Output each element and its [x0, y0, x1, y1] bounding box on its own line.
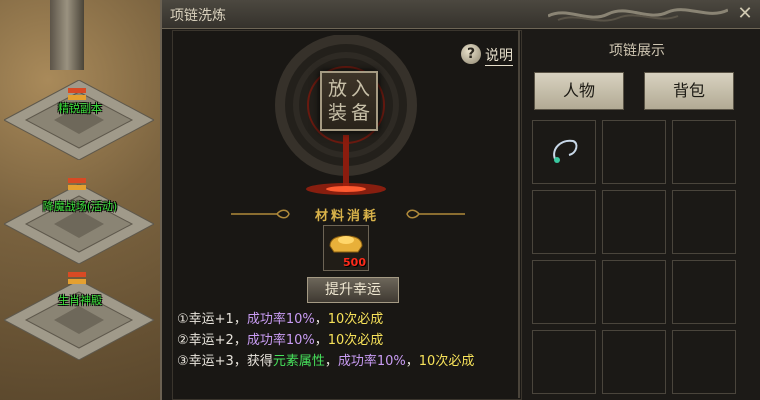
window-title: 项链洗炼: [170, 8, 226, 24]
item-slot[interactable]: [532, 330, 596, 394]
right-flourish-icon: [406, 209, 465, 219]
item-slot[interactable]: [672, 260, 736, 324]
close-icon: ✕: [737, 3, 753, 24]
item-slot[interactable]: [672, 120, 736, 184]
item-slot[interactable]: [602, 260, 666, 324]
dragon-ornament-icon: [548, 8, 728, 22]
equipment-slot[interactable]: 放入装备: [320, 71, 378, 131]
item-slot[interactable]: [602, 190, 666, 254]
item-slot[interactable]: [672, 330, 736, 394]
equipment-slot-label: 放入装备: [327, 78, 374, 124]
item-slot[interactable]: [532, 120, 596, 184]
item-slot[interactable]: [672, 190, 736, 254]
material-count: 500: [343, 256, 366, 269]
portal-platform-2[interactable]: [4, 184, 154, 264]
rule-line: ③幸运+3，获得元素属性，成功率10%，10次必成: [177, 354, 475, 369]
tab-character[interactable]: 人物: [534, 72, 624, 110]
rule-line: ②幸运+2，成功率10%，10次必成: [177, 333, 384, 348]
question-icon: ?: [461, 44, 481, 64]
item-slot[interactable]: [602, 330, 666, 394]
window-titlebar[interactable]: 项链洗炼 ✕: [162, 0, 760, 29]
boost-luck-button[interactable]: 提升幸运: [307, 277, 399, 303]
material-cost-title: 材料消耗: [314, 209, 379, 224]
portal-label[interactable]: 降魔战场(活动): [0, 198, 160, 214]
display-title: 项链展示: [609, 43, 665, 59]
help-label: 说明: [485, 45, 513, 66]
item-slot[interactable]: [532, 260, 596, 324]
necklace-refine-window: 项链洗炼 ✕ 放入装备 ? 说明 材料消耗 500 提升幸运 ①幸运+1，成功率…: [160, 0, 760, 400]
tab-bag[interactable]: 背包: [644, 72, 734, 110]
banner-icon: [66, 270, 88, 288]
close-button[interactable]: ✕: [734, 3, 756, 25]
game-world-scene: 精锐副本 降魔战场(活动) 生肖神殿: [0, 0, 160, 400]
portal-label[interactable]: 生肖神殿: [0, 292, 160, 308]
refine-rules: ①幸运+1，成功率10%，10次必成 ②幸运+2，成功率10%，10次必成 ③幸…: [177, 309, 515, 372]
item-slot[interactable]: [532, 190, 596, 254]
item-slot[interactable]: [602, 120, 666, 184]
necklace-icon: [553, 139, 578, 163]
stone-pillar: [50, 0, 84, 70]
portal-label[interactable]: 精锐副本: [0, 100, 160, 116]
refine-area: 放入装备 ? 说明 材料消耗 500 提升幸运 ①幸运+1，成功率10%，10次…: [172, 30, 522, 400]
banner-icon: [66, 176, 88, 194]
rule-line: ①幸运+1，成功率10%，10次必成: [177, 312, 384, 327]
necklace-display-area: 项链展示 人物 背包: [518, 30, 754, 398]
left-flourish-icon: [231, 209, 290, 219]
material-slot[interactable]: 500: [323, 225, 369, 271]
